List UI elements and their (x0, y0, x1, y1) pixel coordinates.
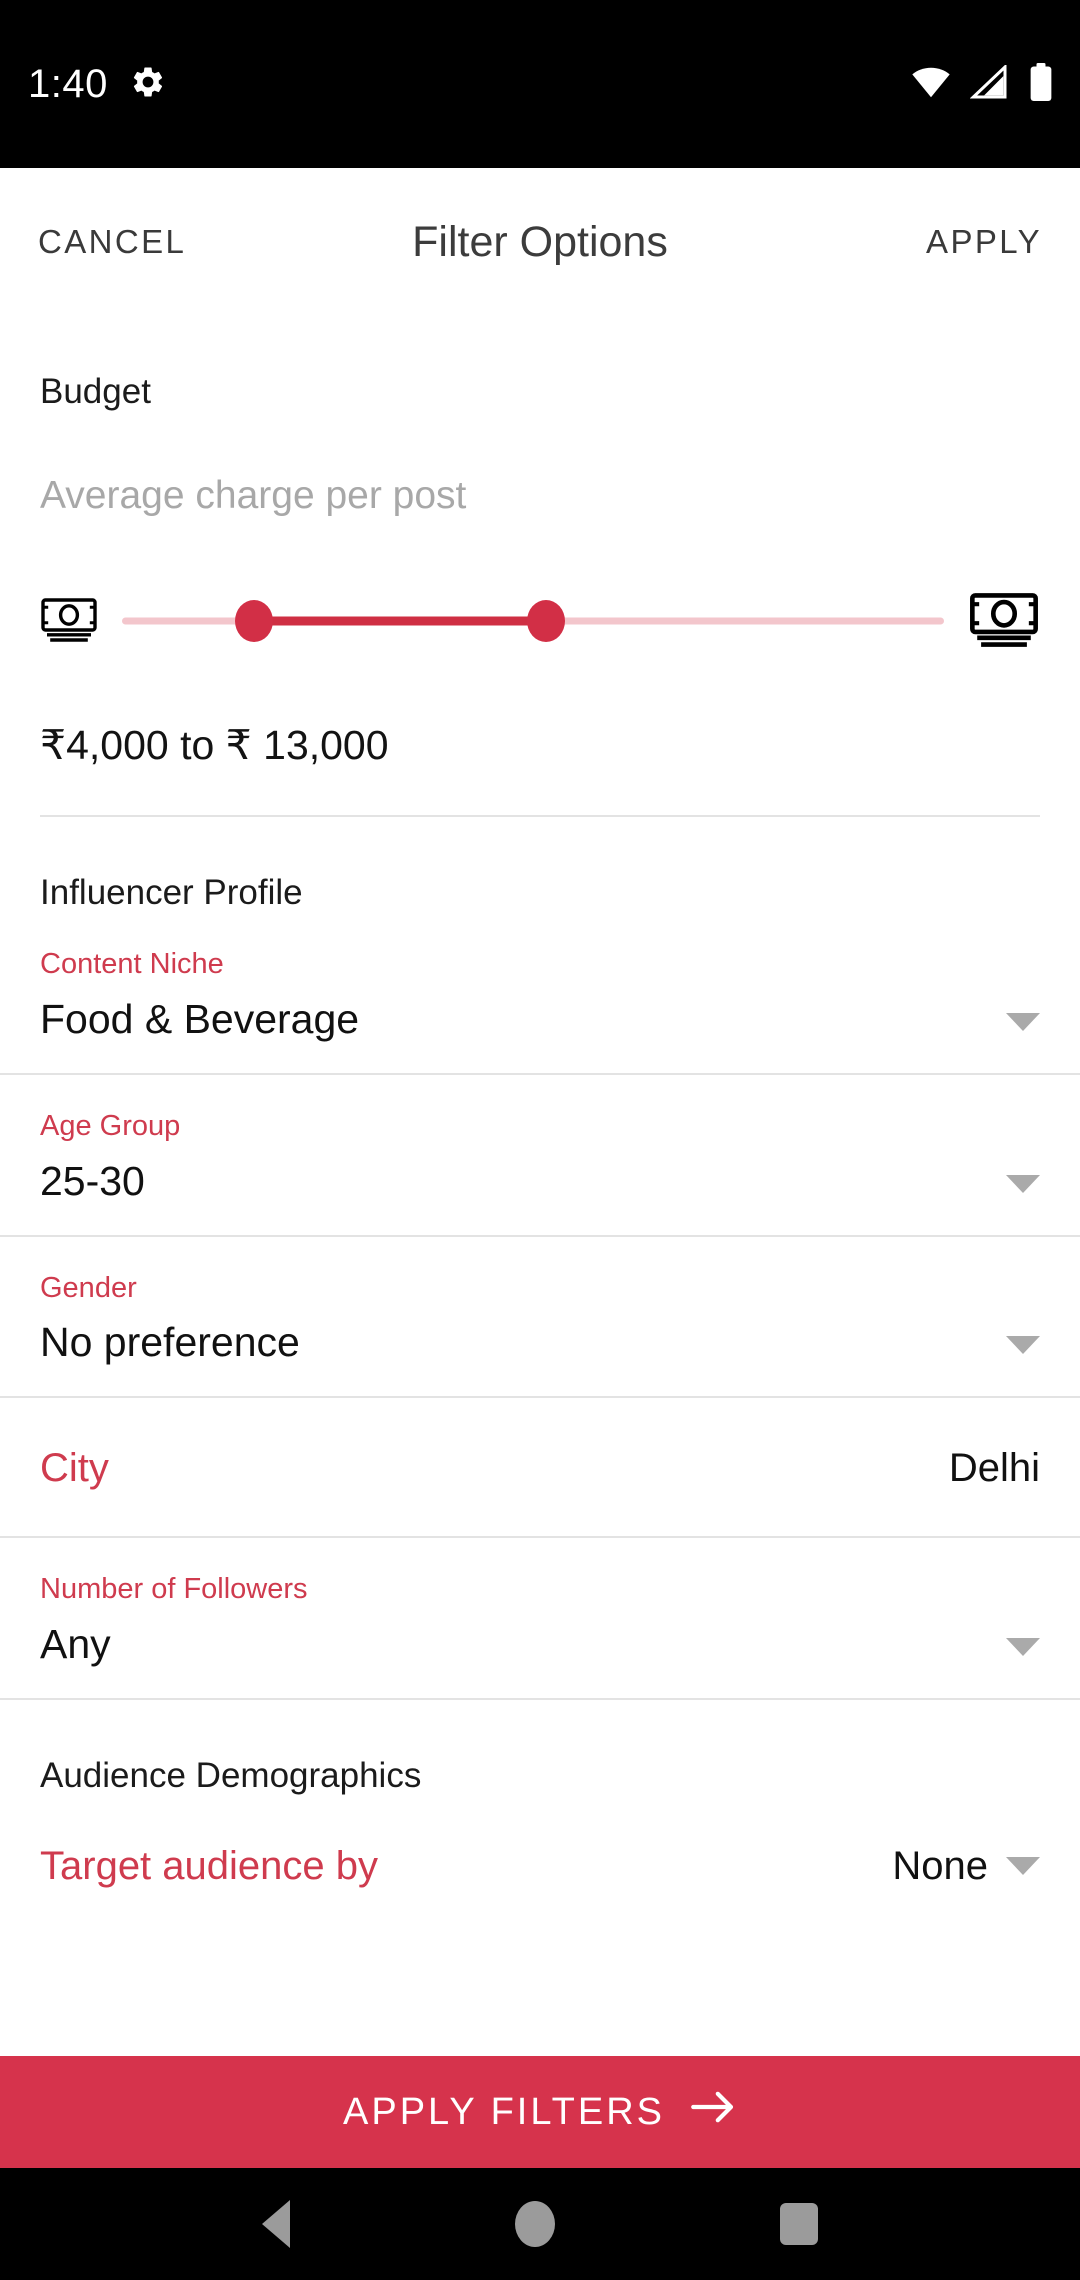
back-icon[interactable] (262, 2200, 291, 2248)
field-label: Number of Followers (40, 1573, 308, 1606)
field-city[interactable]: City Delhi (0, 1398, 1080, 1536)
slider-active-range (253, 616, 547, 626)
influencer-profile-section-title: Influencer Profile (40, 873, 303, 912)
budget-slider[interactable] (0, 518, 1080, 649)
recents-icon[interactable] (779, 2203, 818, 2245)
field-value: 25-30 (40, 1157, 145, 1204)
battery-icon (1028, 62, 1054, 106)
android-nav-bar (0, 2168, 1080, 2280)
money-icon-min (40, 598, 98, 644)
field-value: No preference (40, 1319, 300, 1366)
slider-thumb-min[interactable] (234, 600, 273, 642)
field-content-niche[interactable]: Content Niche Food & Beverage (0, 913, 1080, 1073)
gear-icon (130, 64, 166, 105)
budget-subtitle: Average charge per post (40, 474, 467, 517)
field-label: Content Niche (40, 948, 224, 980)
home-icon[interactable] (514, 2201, 555, 2247)
app-screen: 1:40 CANCEL Filter Options APPLY Budget … (0, 0, 1080, 2280)
filter-content: Budget Average charge per post ₹4,000 to… (0, 316, 1080, 1935)
status-bar-clock: 1:40 (28, 62, 108, 106)
field-value: None (892, 1843, 988, 1888)
audience-demographics-section-title: Audience Demographics (40, 1756, 422, 1796)
field-gender[interactable]: Gender No preference (0, 1237, 1080, 1397)
money-icon-max (968, 593, 1040, 649)
field-label: Age Group (40, 1109, 181, 1142)
cellular-signal-icon (969, 63, 1010, 104)
chevron-down-icon[interactable] (1006, 1638, 1040, 1657)
status-bar-right (910, 62, 1054, 106)
field-label: Gender (40, 1271, 137, 1304)
field-number-of-followers[interactable]: Number of Followers Any (0, 1538, 1080, 1698)
arrow-right-icon (691, 2090, 737, 2134)
field-value: Food & Beverage (40, 995, 360, 1042)
chevron-down-icon[interactable] (1006, 1174, 1040, 1193)
apply-button[interactable]: APPLY (926, 223, 1042, 261)
wifi-icon (910, 65, 952, 104)
cancel-button[interactable]: CANCEL (38, 223, 186, 261)
apply-filters-label: APPLY FILTERS (343, 2090, 665, 2133)
field-label: Target audience by (40, 1843, 379, 1888)
field-target-audience-by[interactable]: Target audience by None (0, 1796, 1080, 1934)
chevron-down-icon[interactable] (1006, 1012, 1040, 1031)
status-bar: 1:40 (0, 0, 1080, 168)
apply-filters-button[interactable]: APPLY FILTERS (0, 2056, 1080, 2168)
field-age-group[interactable]: Age Group 25-30 (0, 1075, 1080, 1235)
slider-track-area[interactable] (122, 594, 944, 648)
field-value: Delhi (948, 1445, 1040, 1490)
budget-range-text: ₹4,000 to ₹ 13,000 (40, 722, 389, 768)
status-bar-left: 1:40 (28, 64, 166, 105)
app-bar: CANCEL Filter Options APPLY (0, 168, 1080, 316)
budget-section-title: Budget (40, 372, 151, 411)
chevron-down-icon[interactable] (1006, 1336, 1040, 1355)
chevron-down-icon[interactable] (1006, 1857, 1040, 1876)
field-value: Any (40, 1621, 111, 1668)
field-label: City (40, 1445, 109, 1490)
slider-thumb-max[interactable] (527, 600, 566, 642)
